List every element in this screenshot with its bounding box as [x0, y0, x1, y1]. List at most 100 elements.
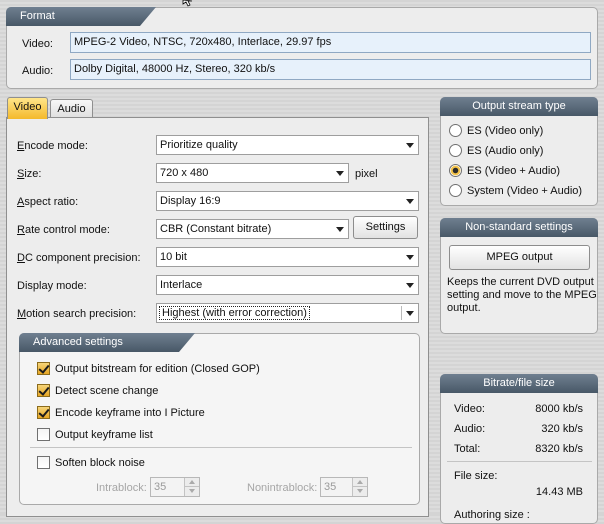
nonintrablock-value: 35 — [324, 481, 337, 493]
spinner-down-icon — [184, 487, 199, 496]
nonstandard-header-text: Non-standard settings — [465, 221, 573, 233]
spinner-down-icon — [352, 487, 367, 496]
rate-control-value: CBR (Constant bitrate) — [160, 223, 272, 235]
closed-gop-label: Output bitstream for edition (Closed GOP… — [55, 363, 260, 375]
format-video-value: MPEG-2 Video, NTSC, 720x480, Interlace, … — [70, 32, 591, 53]
radio-es-video-audio[interactable] — [449, 164, 462, 177]
nonstandard-description-line: Keeps the current DVD output — [447, 276, 594, 288]
bitrate-audio-label: Audio: — [454, 423, 486, 435]
rate-control-select[interactable]: CBR (Constant bitrate) — [156, 219, 349, 239]
motion-search-value: Highest (with error correction) — [159, 306, 310, 320]
radio-es-video-only[interactable] — [449, 124, 462, 137]
intrablock-label: Intrablock: — [96, 482, 147, 494]
advanced-settings-header-text: Advanced settings — [33, 336, 123, 348]
format-audio-label: Audio: — [22, 65, 54, 77]
nonintrablock-spinner: 35 — [320, 477, 368, 497]
chevron-down-icon — [406, 311, 414, 316]
bitrate-video-value: 8000 kb/s — [535, 403, 583, 415]
dc-precision-select[interactable]: 10 bit — [156, 247, 419, 267]
detect-scene-change-checkbox[interactable] — [37, 384, 50, 397]
spinner-up-icon — [184, 478, 199, 487]
bitrate-audio-value: 320 kb/s — [541, 423, 583, 435]
format-audio-value: Dolby Digital, 48000 Hz, Stereo, 320 kb/… — [70, 59, 591, 80]
intrablock-spinner: 35 — [150, 477, 200, 497]
closed-gop-checkbox[interactable] — [37, 362, 50, 375]
format-header: Format — [6, 7, 156, 26]
authoring-size-label: Authoring size : — [454, 509, 530, 521]
encode-mode-value: Prioritize quality — [160, 139, 238, 151]
advanced-divider — [30, 447, 412, 448]
format-header-text: Format — [20, 10, 55, 22]
output-keyframe-list-label: Output keyframe list — [55, 429, 153, 441]
chevron-down-icon — [406, 143, 414, 148]
encode-keyframe-checkbox[interactable] — [37, 406, 50, 419]
spinner-up-icon — [352, 478, 367, 487]
nonstandard-description: Keeps the current DVD output setting and… — [447, 276, 597, 315]
size-value: 720 x 480 — [160, 167, 209, 179]
tab-audio-label: Audio — [57, 103, 86, 115]
dc-precision-label: DC component precision: — [17, 252, 141, 264]
tab-video[interactable]: Video — [7, 97, 48, 119]
advanced-settings-header: Advanced settings — [19, 333, 195, 352]
nonstandard-header: Non-standard settings — [440, 218, 598, 237]
encode-mode-label: Encode mode: — [17, 140, 88, 152]
chevron-down-icon — [406, 255, 414, 260]
rate-control-settings-button[interactable]: Settings — [353, 216, 418, 239]
nonstandard-panel: Non-standard settings MPEG output Keeps … — [440, 218, 598, 334]
dc-precision-value: 10 bit — [160, 251, 187, 263]
bitrate-total-value: 8320 kb/s — [535, 443, 583, 455]
soften-block-noise-checkbox[interactable] — [37, 456, 50, 469]
radio-es-video-only-label: ES (Video only) — [467, 125, 544, 137]
tab-video-label: Video — [13, 101, 42, 113]
combo-separator — [401, 306, 402, 320]
output-stream-header: Output stream type — [440, 97, 598, 116]
radio-es-audio-only[interactable] — [449, 144, 462, 157]
aspect-ratio-value: Display 16:9 — [160, 195, 221, 207]
size-label: Size: — [17, 168, 42, 180]
aspect-ratio-label: Aspect ratio: — [17, 196, 79, 208]
chevron-down-icon — [336, 171, 344, 176]
bitrate-header: Bitrate/file size — [440, 374, 598, 393]
output-stream-header-text: Output stream type — [472, 100, 566, 112]
radio-es-video-audio-label: ES (Video + Audio) — [467, 165, 561, 177]
size-select[interactable]: 720 x 480 — [156, 163, 349, 183]
radio-system-video-audio[interactable] — [449, 184, 462, 197]
encode-keyframe-label: Encode keyframe into I Picture — [55, 407, 205, 419]
output-stream-panel: Output stream type ES (Video only) ES (A… — [440, 97, 598, 206]
chevron-down-icon — [336, 227, 344, 232]
output-keyframe-list-checkbox[interactable] — [37, 428, 50, 441]
nonstandard-description-line: setting and move to the MPEG — [447, 289, 597, 301]
radio-system-video-audio-label: System (Video + Audio) — [467, 185, 583, 197]
bitrate-total-label: Total: — [454, 443, 481, 455]
filesize-label: File size: — [454, 470, 498, 482]
format-panel: Format Video: MPEG-2 Video, NTSC, 720x48… — [6, 7, 598, 89]
mpeg-output-button[interactable]: MPEG output — [449, 245, 590, 270]
aspect-ratio-select[interactable]: Display 16:9 — [156, 191, 419, 211]
display-mode-label: Display mode: — [17, 280, 87, 292]
video-tab-panel: Encode mode: Prioritize quality Size: 72… — [6, 117, 429, 517]
motion-search-label: Motion search precision: — [17, 308, 137, 320]
rate-control-label: Rate control mode: — [17, 224, 110, 236]
nonintrablock-label: Nonintrablock: — [247, 482, 318, 494]
bitrate-video-label: Video: — [454, 403, 485, 415]
bitrate-panel: Bitrate/file size Video: 8000 kb/s Audio… — [440, 374, 598, 524]
encode-mode-select[interactable]: Prioritize quality — [156, 135, 419, 155]
bitrate-header-text: Bitrate/file size — [483, 377, 555, 389]
filesize-value: 14.43 MB — [535, 486, 583, 498]
format-video-label: Video: — [22, 38, 53, 50]
size-unit-label: pixel — [355, 168, 378, 180]
nonstandard-description-line: output. — [447, 302, 481, 314]
tab-audio[interactable]: Audio — [50, 99, 93, 119]
mpeg-output-button-label: MPEG output — [486, 251, 553, 263]
radio-es-audio-only-label: ES (Audio only) — [467, 145, 544, 157]
display-mode-value: Interlace — [160, 279, 203, 291]
display-mode-select[interactable]: Interlace — [156, 275, 419, 295]
chevron-down-icon — [406, 199, 414, 204]
soften-block-noise-label: Soften block noise — [55, 457, 145, 469]
detect-scene-change-label: Detect scene change — [55, 385, 159, 397]
intrablock-value: 35 — [154, 481, 167, 493]
advanced-settings-panel: Advanced settings Output bitstream for e… — [19, 333, 420, 505]
motion-search-select[interactable]: Highest (with error correction) — [156, 303, 419, 323]
chevron-down-icon — [406, 283, 414, 288]
bitrate-divider — [447, 461, 592, 462]
